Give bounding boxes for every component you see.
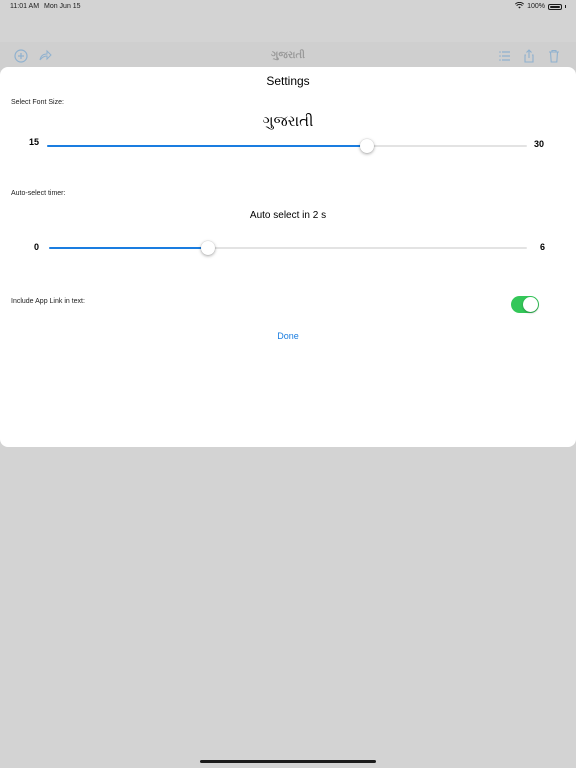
font-size-slider-fill	[47, 145, 367, 147]
timer-min: 0	[34, 242, 40, 252]
status-date: Mon Jun 15	[44, 3, 81, 10]
font-size-preview: ગુજરાતી	[262, 113, 314, 130]
status-time: 11:01 AM	[10, 3, 40, 10]
app-link-label: Include App Link in text:	[11, 298, 85, 305]
battery-tip	[565, 5, 566, 8]
font-size-slider[interactable]	[47, 139, 527, 153]
font-size-label: Select Font Size:	[11, 99, 64, 106]
list-icon[interactable]	[498, 49, 512, 63]
timer-slider[interactable]	[49, 241, 527, 255]
battery-percent: 100%	[527, 3, 545, 10]
timer-label: Auto-select timer:	[11, 190, 66, 197]
timer-slider-thumb[interactable]	[201, 241, 215, 255]
share-icon[interactable]	[522, 49, 536, 63]
battery-icon	[548, 3, 562, 10]
nav-bar: ગુજરાતી	[0, 42, 576, 70]
timer-max: 6	[540, 242, 546, 252]
done-button[interactable]: Done	[0, 331, 576, 341]
font-size-max: 30	[534, 139, 545, 149]
wifi-icon	[515, 1, 525, 11]
font-size-min: 15	[29, 137, 40, 147]
nav-title: ગુજરાતી	[271, 50, 305, 61]
status-indicators: 100%	[515, 1, 566, 11]
app-link-toggle-knob	[523, 297, 538, 312]
settings-title: Settings	[266, 74, 310, 88]
timer-preview: Auto select in 2 s	[249, 210, 327, 221]
home-indicator	[200, 760, 376, 763]
trash-icon[interactable]	[547, 49, 561, 63]
timer-slider-fill	[49, 247, 208, 249]
app-link-toggle[interactable]	[511, 296, 539, 313]
font-size-slider-thumb[interactable]	[360, 139, 374, 153]
status-bar: 11:01 AM Mon Jun 15 100%	[0, 0, 576, 14]
settings-modal: Settings Select Font Size: ગુજરાતી 15 30…	[0, 67, 576, 447]
